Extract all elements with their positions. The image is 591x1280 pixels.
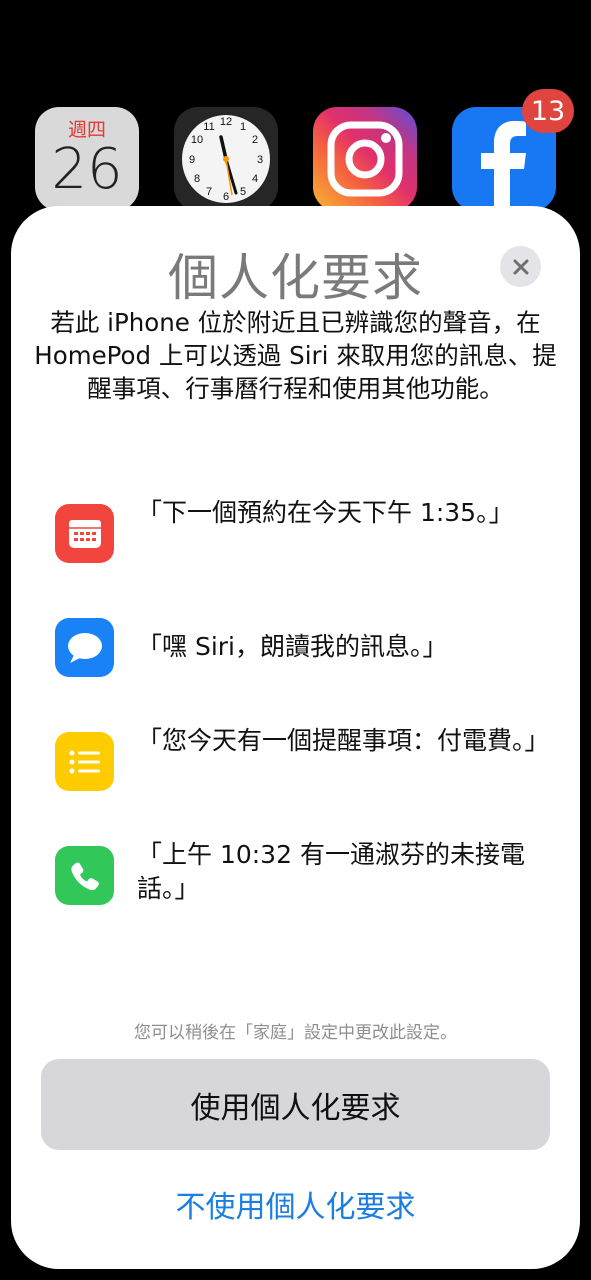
clock-numeral: 3: [257, 154, 263, 166]
clock-numeral: 5: [240, 186, 246, 198]
clock-numeral: 4: [252, 173, 258, 185]
settings-footnote: 您可以稍後在「家庭」設定中更改此設定。: [134, 1023, 457, 1043]
example-row: 「下一個預約在今天下午 1:35。」: [55, 498, 545, 584]
close-button[interactable]: [500, 246, 541, 287]
phone-icon: [55, 846, 114, 905]
clock-numeral: 8: [194, 173, 200, 185]
clock-numeral: 10: [191, 134, 203, 146]
clock-numeral: 9: [189, 154, 195, 166]
example-text: 「下一個預約在今天下午 1:35。」: [137, 498, 514, 527]
calendar-app-icon[interactable]: 週四 26: [35, 107, 139, 211]
clock-numeral: 7: [206, 186, 212, 198]
notification-badge: 13: [522, 89, 574, 133]
dont-use-personal-requests-button[interactable]: 不使用個人化要求: [11, 1182, 580, 1226]
messages-icon: [55, 618, 114, 677]
clock-face-icon: 12 1 2 3 4 5 6 7 8 9 10 11: [182, 115, 270, 203]
calendar-icon: [55, 504, 114, 563]
clock-numeral: 1: [240, 121, 246, 133]
clock-numeral: 2: [252, 134, 258, 146]
clock-app-icon[interactable]: 12 1 2 3 4 5 6 7 8 9 10 11: [174, 107, 278, 211]
example-text: 「嘿 Siri，朗讀我的訊息。」: [137, 632, 448, 661]
calendar-day: 26: [51, 137, 123, 202]
clock-numeral: 12: [220, 116, 232, 128]
sheet-description: 若此 iPhone 位於附近且已辨識您的聲音，在 HomePod 上可以透過 S…: [34, 308, 557, 403]
clock-numeral: 6: [223, 191, 229, 203]
personal-requests-sheet: 個人化要求 若此 iPhone 位於附近且已辨識您的聲音，在 HomePod 上…: [11, 206, 580, 1269]
instagram-camera-icon: [327, 121, 403, 197]
reminders-icon: [55, 732, 114, 791]
sheet-title: 個人化要求: [168, 249, 423, 307]
example-text: 「您今天有一個提醒事項：付電費。」: [137, 726, 550, 755]
example-row: 「上午 10:32 有一通淑芬的未接電話。」: [55, 840, 545, 926]
close-icon: [513, 259, 528, 274]
instagram-app-icon[interactable]: [313, 107, 417, 211]
example-row: 「您今天有一個提醒事項：付電費。」: [55, 726, 550, 812]
example-row: 「嘿 Siri，朗讀我的訊息。」: [55, 618, 545, 698]
use-personal-requests-button[interactable]: 使用個人化要求: [41, 1059, 550, 1150]
clock-numeral: 11: [203, 121, 214, 133]
example-text: 「上午 10:32 有一通淑芬的未接電話。」: [137, 840, 525, 903]
